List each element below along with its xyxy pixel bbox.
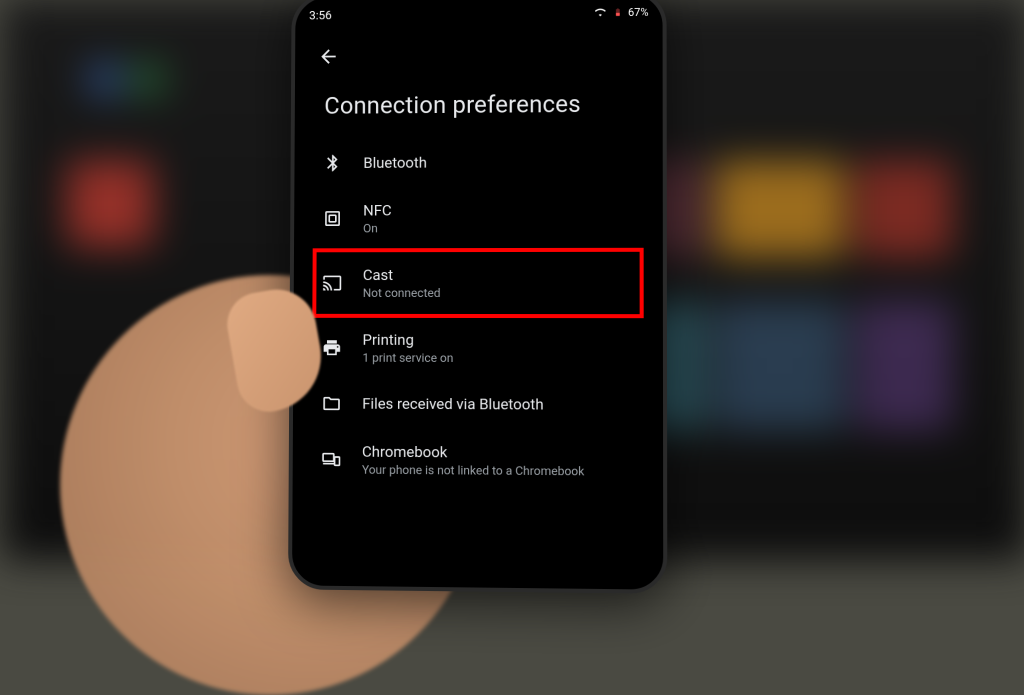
back-button[interactable] <box>309 37 348 77</box>
item-title: Bluetooth <box>363 154 427 172</box>
item-subtitle: Not connected <box>363 286 441 300</box>
settings-item-nfc[interactable]: NFC On <box>304 188 653 249</box>
settings-item-printing[interactable]: Printing 1 print service on <box>303 318 653 379</box>
battery-icon <box>613 5 622 19</box>
settings-screen: Connection preferences Bluetooth NFC On <box>302 24 653 588</box>
cast-icon <box>319 270 345 296</box>
app-bar <box>305 24 653 81</box>
item-title: Cast <box>363 266 441 284</box>
item-subtitle: On <box>363 221 392 235</box>
bluetooth-icon <box>320 150 346 176</box>
settings-item-files-via-bluetooth[interactable]: Files received via Bluetooth <box>303 378 653 432</box>
item-subtitle: Your phone is not linked to a Chromebook <box>362 463 584 479</box>
item-title: Chromebook <box>362 443 584 463</box>
status-time: 3:56 <box>309 8 332 22</box>
nfc-icon <box>320 206 346 232</box>
item-subtitle: 1 print service on <box>362 351 453 365</box>
phone-frame: 3:56 67% Connection preferences <box>288 0 667 594</box>
settings-item-chromebook[interactable]: Chromebook Your phone is not linked to a… <box>302 429 653 492</box>
settings-item-cast[interactable]: Cast Not connected <box>303 248 652 318</box>
devices-icon <box>318 446 344 472</box>
settings-item-bluetooth[interactable]: Bluetooth <box>304 136 652 189</box>
wifi-icon <box>593 6 607 18</box>
item-title: NFC <box>363 202 392 220</box>
item-title: Files received via Bluetooth <box>362 395 543 414</box>
battery-percent: 67% <box>628 5 649 18</box>
item-title: Printing <box>363 331 454 349</box>
folder-icon <box>319 391 345 417</box>
settings-list: Bluetooth NFC On Cast Not connected <box>302 136 653 493</box>
arrow-back-icon <box>318 46 340 68</box>
page-title: Connection preferences <box>304 78 652 138</box>
print-icon <box>319 335 345 361</box>
phone-notch <box>413 0 542 26</box>
